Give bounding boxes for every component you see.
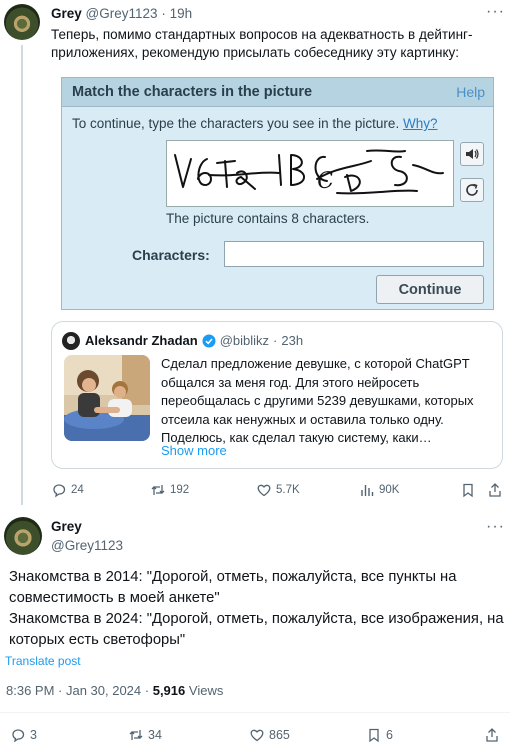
tweet-2-view-count: 5,916 (152, 683, 186, 698)
captcha-distorted-characters: C (166, 140, 454, 207)
captcha-image[interactable]: Match the characters in the picture Help… (61, 77, 494, 310)
quote-author-handle: @biblikz (219, 333, 270, 348)
bookmark-icon (463, 483, 473, 498)
separator: · (161, 6, 166, 21)
quote-timestamp: 23h (281, 333, 304, 348)
captcha-header: Match the characters in the picture Help (62, 78, 493, 107)
bookmark-button[interactable] (460, 482, 476, 498)
share-button-2[interactable] (484, 727, 500, 743)
more-icon[interactable]: ··· (486, 3, 505, 21)
tweet-text: Теперь, помимо стандартных вопросов на а… (51, 27, 473, 60)
verified-badge-icon (202, 334, 216, 347)
quote-thumbnail (64, 355, 150, 441)
share-icon (489, 483, 501, 497)
captcha-audio-button[interactable] (460, 142, 484, 166)
tweet-2-meta: 8:36 PM · Jan 30, 2024 · 5,916 Views (6, 683, 223, 698)
avatar-2[interactable] (4, 517, 42, 555)
reply-button-2[interactable]: 3 (10, 727, 37, 743)
analytics-icon (361, 485, 374, 496)
captcha-title: Match the characters in the picture (72, 84, 313, 100)
captcha-char-count: The picture contains 8 characters. (166, 211, 370, 226)
views-button[interactable]: 90K (359, 482, 399, 498)
quote-avatar (62, 332, 80, 350)
speaker-icon (466, 149, 479, 159)
reply-icon (53, 484, 66, 498)
repost-button[interactable]: 192 (150, 482, 189, 498)
repost-icon (151, 485, 165, 495)
captcha-glyphs-icon: C (174, 149, 444, 195)
repost-button-2[interactable]: 34 (128, 727, 162, 743)
tweet-2-timestamp[interactable]: 8:36 PM · Jan 30, 2024 · (6, 683, 149, 698)
view-count: 90K (379, 484, 400, 496)
divider (0, 712, 510, 713)
share-button[interactable] (487, 482, 503, 498)
captcha-characters-field (224, 241, 484, 267)
captcha-why-link: Why? (402, 116, 438, 131)
reply-count: 24 (71, 484, 84, 496)
reply-button[interactable]: 24 (51, 482, 84, 498)
bookmark-count-2: 6 (386, 728, 393, 742)
captcha-characters-label: Characters: (132, 247, 210, 263)
like-button-2[interactable]: 865 (249, 727, 290, 743)
reply-count-2: 3 (30, 728, 37, 742)
quote-show-more-link[interactable]: Show more (161, 443, 227, 458)
more-icon-2[interactable]: ··· (486, 518, 505, 536)
tweet-2-line-2024: Знакомства в 2024: "Дорогой, отметь, пож… (9, 611, 504, 648)
tweet-2-text: Знакомства в 2014: "Дорогой, отметь, пож… (9, 567, 504, 651)
author-handle[interactable]: @Grey1123 (86, 6, 158, 21)
like-count-2: 865 (269, 728, 290, 742)
translate-post-link[interactable]: Translate post (5, 654, 81, 668)
timestamp[interactable]: 19h (170, 6, 193, 21)
captcha-continue-button: Continue (376, 275, 484, 304)
repost-count: 192 (170, 484, 190, 496)
thread-connector (21, 45, 23, 505)
captcha-refresh-button[interactable] (460, 178, 484, 202)
tweet-header: Grey @Grey1123 · 19h (51, 6, 192, 21)
heart-icon (257, 484, 271, 497)
bookmark-icon (369, 728, 379, 743)
quoted-tweet[interactable]: Aleksandr Zhadan @biblikz · 23h Сделал п… (51, 321, 503, 469)
quote-separator: · (273, 333, 278, 348)
repost-icon (129, 730, 143, 740)
author-name[interactable]: Grey (51, 6, 82, 21)
share-icon (486, 728, 498, 742)
author-handle-2[interactable]: @Grey1123 (51, 538, 123, 553)
quote-header: Aleksandr Zhadan @biblikz · 23h (85, 333, 303, 348)
quote-text: Сделал предложение девушке, с которой Ch… (161, 356, 474, 445)
captcha-instruction-text: To continue, type the characters you see… (72, 116, 400, 131)
refresh-icon (466, 183, 478, 196)
repost-count-2: 34 (148, 728, 162, 742)
bookmark-button-2[interactable]: 6 (366, 727, 393, 743)
quote-author-name: Aleksandr Zhadan (85, 333, 198, 348)
like-count: 5.7K (276, 484, 300, 496)
captcha-help-link: Help (456, 84, 485, 100)
tweet-2-views-label: Views (188, 683, 224, 698)
reply-icon (12, 729, 25, 743)
couple-photo-icon (64, 355, 150, 441)
avatar[interactable] (4, 4, 40, 40)
tweet-2-line-2014: Знакомства в 2014: "Дорогой, отметь, пож… (9, 569, 457, 606)
captcha-instruction: To continue, type the characters you see… (72, 116, 437, 131)
like-button[interactable]: 5.7K (256, 482, 300, 498)
heart-icon (250, 729, 264, 742)
author-name-2[interactable]: Grey (51, 519, 82, 534)
